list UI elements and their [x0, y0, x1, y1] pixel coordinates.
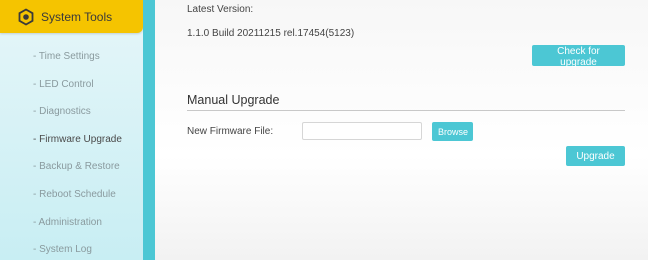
sidebar-item-diagnostics[interactable]: - Diagnostics — [33, 106, 91, 117]
sidebar-item-reboot-schedule[interactable]: - Reboot Schedule — [33, 189, 116, 200]
firmware-version-value: 1.1.0 Build 20211215 rel.17454(5123) — [187, 28, 355, 39]
gear-icon — [18, 8, 34, 26]
sidebar-item-administration[interactable]: - Administration — [33, 217, 102, 228]
main-content: Latest Version: 1.1.0 Build 20211215 rel… — [155, 0, 648, 260]
check-for-upgrade-button[interactable]: Check for upgrade — [532, 45, 625, 68]
sidebar-header-label: System Tools — [41, 10, 113, 24]
firmware-file-label: New Firmware File: — [187, 126, 274, 137]
browse-button[interactable]: Browse — [432, 122, 473, 141]
sidebar-item-time-settings[interactable]: - Time Settings — [33, 51, 100, 62]
sidebar-item-backup-restore[interactable]: - Backup & Restore — [33, 161, 120, 172]
latest-version-label: Latest Version: — [187, 4, 254, 15]
manual-upgrade-title: Manual Upgrade — [187, 93, 280, 107]
sidebar-item-system-log[interactable]: - System Log — [33, 244, 92, 255]
sidebar-item-firmware-upgrade[interactable]: - Firmware Upgrade — [33, 134, 122, 145]
upgrade-button[interactable]: Upgrade — [566, 146, 625, 166]
sidebar: System Tools - Time Settings - LED Contr… — [0, 0, 143, 260]
section-divider — [187, 110, 625, 111]
sidebar-accent-bar — [143, 0, 155, 260]
firmware-file-field[interactable] — [302, 122, 422, 140]
sidebar-header-system-tools[interactable]: System Tools — [0, 0, 143, 33]
sidebar-item-led-control[interactable]: - LED Control — [33, 79, 94, 90]
